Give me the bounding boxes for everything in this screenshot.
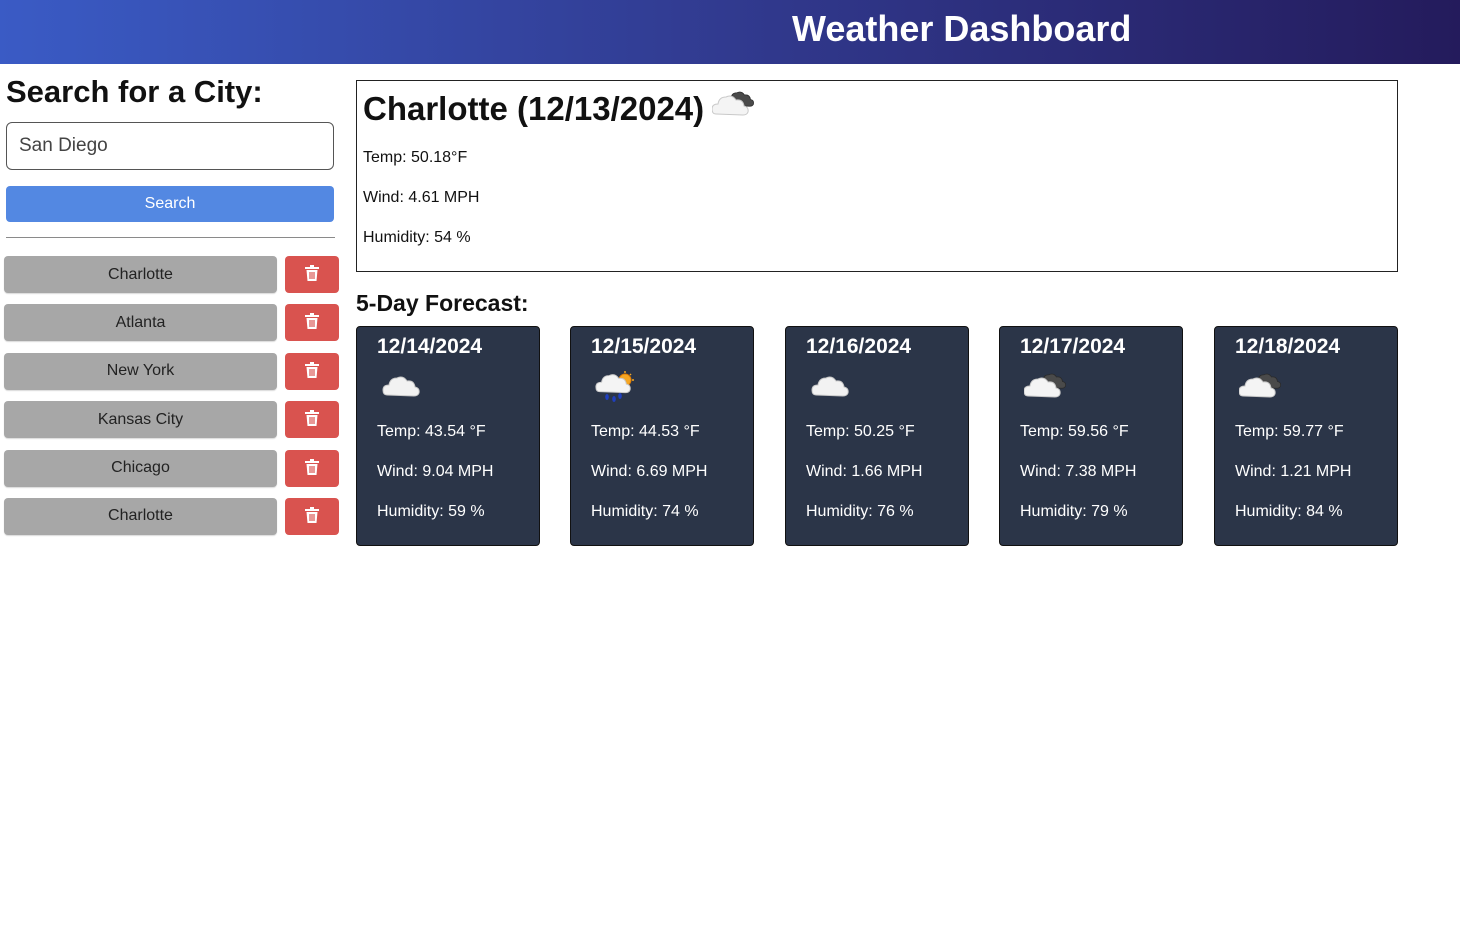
forecast-date: 12/15/2024	[591, 335, 697, 358]
search-history-list: Charlotte Atlanta New York Kansas City C…	[4, 256, 340, 546]
trash-icon	[305, 313, 319, 332]
history-city-button[interactable]: Chicago	[4, 449, 277, 487]
forecast-temp: Temp: 59.77 °F	[1235, 423, 1344, 440]
history-item: Atlanta	[4, 304, 340, 342]
forecast-title: 5-Day Forecast:	[356, 290, 529, 316]
forecast-humidity: Humidity: 76 %	[806, 503, 914, 520]
history-item: Chicago	[4, 449, 340, 487]
divider	[6, 237, 335, 238]
trash-icon	[305, 410, 319, 429]
forecast-wind: Wind: 1.66 MPH	[806, 463, 923, 480]
history-item: New York	[4, 352, 340, 390]
forecast-card: 12/16/2024 Temp: 50.25 °F Wind: 1.66 MPH…	[785, 326, 969, 546]
delete-button[interactable]	[285, 449, 339, 487]
rain-sun-icon	[595, 371, 639, 408]
city-search-input[interactable]	[6, 122, 334, 170]
forecast-card: 12/15/2024 Temp: 44.53 °F Wind: 6.69 MPH…	[570, 326, 754, 546]
forecast-humidity: Humidity: 79 %	[1020, 503, 1128, 520]
history-city-button[interactable]: Charlotte	[4, 256, 277, 293]
current-city-date: Charlotte (12/13/2024)	[363, 90, 705, 127]
broken-clouds-icon	[711, 89, 756, 129]
delete-button[interactable]	[285, 256, 339, 293]
page-title: Weather Dashboard	[792, 8, 1132, 49]
forecast-humidity: Humidity: 59 %	[377, 503, 485, 520]
search-title: Search for a City:	[6, 74, 263, 109]
delete-button[interactable]	[285, 352, 339, 390]
broken-clouds-icon	[1023, 371, 1068, 408]
trash-icon	[305, 506, 319, 526]
delete-button[interactable]	[285, 497, 339, 535]
forecast-wind: Wind: 6.69 MPH	[591, 463, 708, 480]
cloud-icon	[381, 371, 425, 408]
current-temp: Temp: 50.18°F	[363, 149, 468, 166]
delete-button[interactable]	[285, 401, 339, 439]
search-button[interactable]: Search	[6, 186, 334, 222]
forecast-wind: Wind: 9.04 MPH	[377, 463, 494, 480]
current-weather-card: Charlotte (12/13/2024) Temp: 50.18°F Win…	[356, 80, 1398, 272]
delete-button[interactable]	[285, 304, 339, 342]
history-city-button[interactable]: Atlanta	[4, 304, 277, 342]
forecast-temp: Temp: 59.56 °F	[1020, 423, 1129, 440]
history-city-button[interactable]: Kansas City	[4, 401, 277, 439]
broken-clouds-icon	[1238, 371, 1283, 408]
history-item: Charlotte	[4, 497, 340, 535]
forecast-date: 12/14/2024	[377, 335, 483, 358]
trash-icon	[305, 361, 319, 381]
current-humidity: Humidity: 54 %	[363, 229, 471, 246]
forecast-humidity: Humidity: 74 %	[591, 503, 699, 520]
forecast-date: 12/16/2024	[806, 335, 912, 358]
forecast-wind: Wind: 7.38 MPH	[1020, 463, 1137, 480]
forecast-date: 12/17/2024	[1020, 335, 1126, 358]
forecast-temp: Temp: 50.25 °F	[806, 423, 915, 440]
forecast-temp: Temp: 43.54 °F	[377, 423, 486, 440]
current-weather-title: Charlotte (12/13/2024)	[363, 89, 756, 129]
app-header: Weather Dashboard	[0, 0, 1460, 64]
forecast-card: 12/18/2024 Temp: 59.77 °F Wind: 1.21 MPH…	[1214, 326, 1398, 546]
forecast-card: 12/14/2024 Temp: 43.54 °F Wind: 9.04 MPH…	[356, 326, 540, 546]
history-item: Kansas City	[4, 401, 340, 439]
trash-icon	[305, 265, 319, 284]
forecast-card: 12/17/2024 Temp: 59.56 °F Wind: 7.38 MPH…	[999, 326, 1183, 546]
history-city-button[interactable]: Charlotte	[4, 497, 277, 535]
history-item: Charlotte	[4, 256, 340, 293]
trash-icon	[305, 458, 319, 478]
history-city-button[interactable]: New York	[4, 352, 277, 390]
forecast-wind: Wind: 1.21 MPH	[1235, 463, 1352, 480]
forecast-humidity: Humidity: 84 %	[1235, 503, 1343, 520]
forecast-date: 12/18/2024	[1235, 335, 1341, 358]
current-wind: Wind: 4.61 MPH	[363, 189, 480, 206]
forecast-temp: Temp: 44.53 °F	[591, 423, 700, 440]
cloud-icon	[810, 371, 854, 408]
